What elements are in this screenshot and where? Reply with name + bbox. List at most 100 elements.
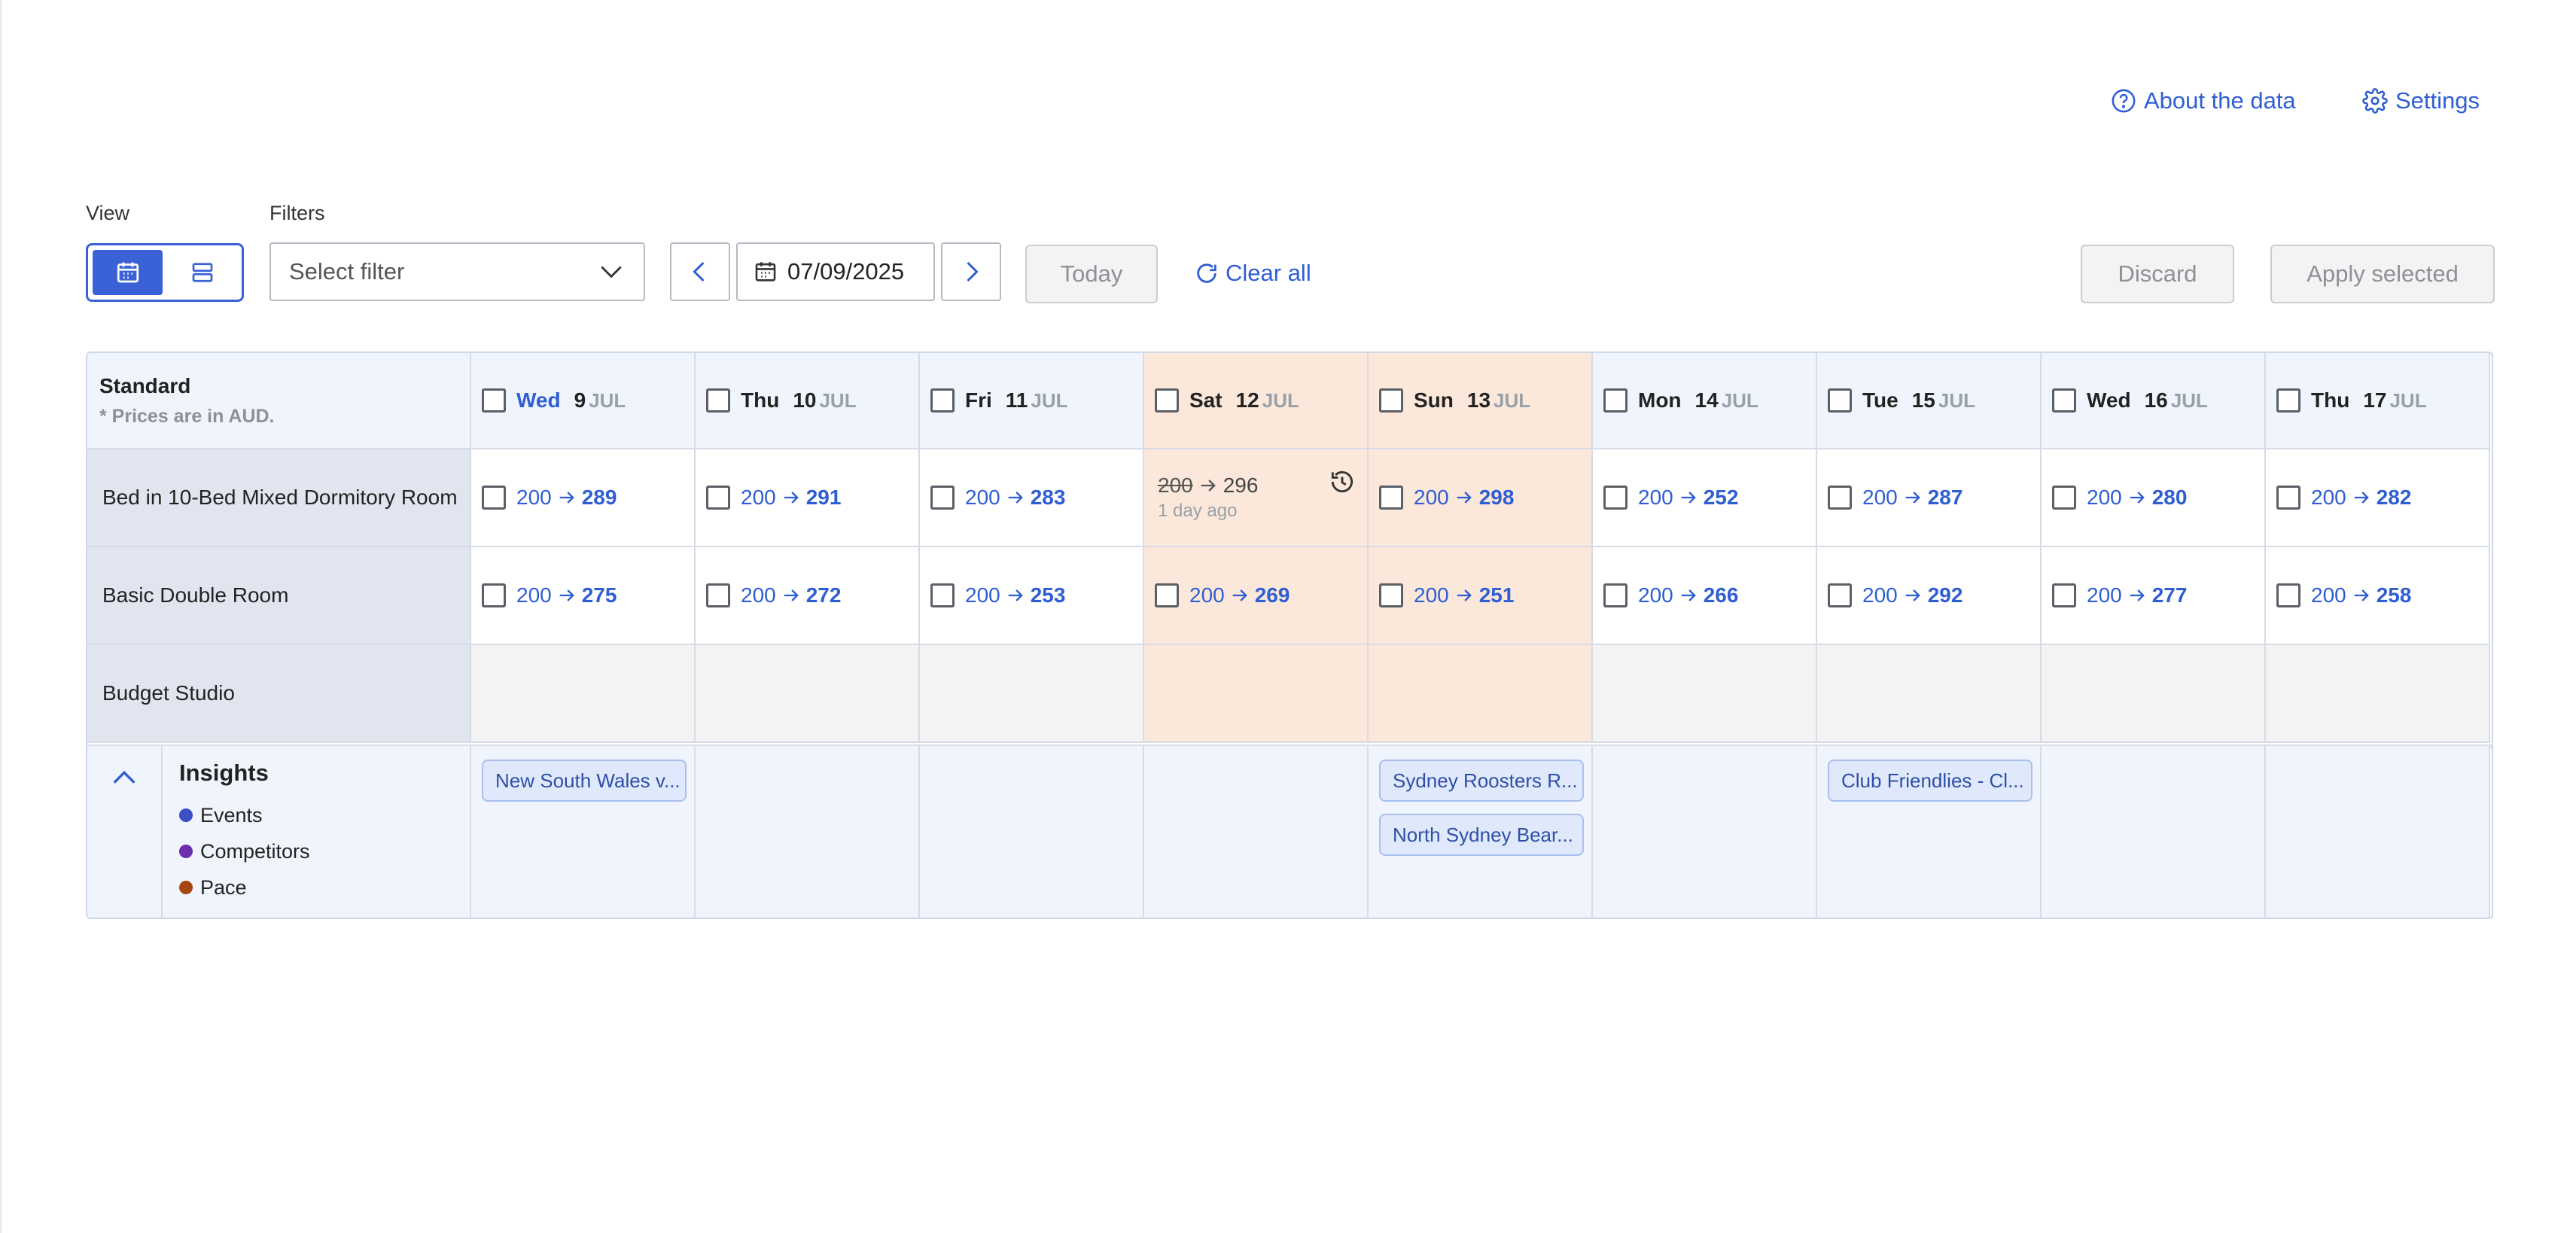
day-select-checkbox[interactable] bbox=[2276, 388, 2300, 413]
price-select-checkbox[interactable] bbox=[1828, 486, 1852, 510]
price-cell[interactable]: 200 292 bbox=[1817, 547, 2042, 645]
event-chip[interactable]: Club Friendlies - Cl... bbox=[1828, 760, 2032, 802]
new-price: 291 bbox=[805, 486, 842, 509]
list-view-button[interactable] bbox=[167, 250, 237, 295]
day-select-checkbox[interactable] bbox=[482, 388, 506, 413]
price-cell[interactable]: 200 269 bbox=[1144, 547, 1369, 645]
arrow-right-icon bbox=[1457, 589, 1472, 601]
day-select-checkbox[interactable] bbox=[1155, 388, 1179, 413]
price-cell[interactable]: 200 298 bbox=[1369, 449, 1593, 547]
price-cell[interactable]: 200 275 bbox=[471, 547, 696, 645]
room-name: Budget Studio bbox=[87, 645, 471, 743]
insights-collapse-button[interactable] bbox=[87, 746, 163, 918]
previous-date-button[interactable] bbox=[670, 242, 730, 301]
price-cell[interactable]: 200 283 bbox=[920, 449, 1144, 547]
filter-select-placeholder: Select filter bbox=[289, 258, 405, 285]
price-select-checkbox[interactable] bbox=[1603, 583, 1628, 607]
view-label: View bbox=[86, 202, 130, 224]
day-select-checkbox[interactable] bbox=[1603, 388, 1628, 413]
price-cell[interactable]: 200 296 1 day ago bbox=[1144, 449, 1369, 547]
price-select-checkbox[interactable] bbox=[706, 486, 730, 510]
day-label: Tue 15 JUL bbox=[1862, 388, 1975, 413]
price-cell[interactable]: 200 266 bbox=[1593, 547, 1817, 645]
new-price: 282 bbox=[2376, 486, 2412, 509]
price-select-checkbox[interactable] bbox=[930, 583, 955, 607]
history-icon[interactable] bbox=[1328, 467, 1357, 496]
day-header: Thu 10 JUL bbox=[696, 353, 920, 449]
price-cell[interactable]: 200 272 bbox=[696, 547, 920, 645]
next-date-button[interactable] bbox=[941, 242, 1001, 301]
event-chip[interactable]: North Sydney Bear... bbox=[1379, 814, 1584, 856]
event-chip[interactable]: New South Wales v... bbox=[482, 760, 687, 802]
day-header: Wed 9 JUL bbox=[471, 353, 696, 449]
day-name: Thu bbox=[741, 388, 780, 412]
price-select-checkbox[interactable] bbox=[482, 583, 506, 607]
price-cell[interactable]: 200 289 bbox=[471, 449, 696, 547]
day-select-checkbox[interactable] bbox=[2052, 388, 2076, 413]
insights-day-cell bbox=[2042, 746, 2266, 918]
empty-price-cell bbox=[1369, 645, 1593, 743]
arrow-right-icon bbox=[559, 492, 574, 504]
price-select-checkbox[interactable] bbox=[2276, 583, 2300, 607]
price-cell[interactable]: 200 252 bbox=[1593, 449, 1817, 547]
day-header: Sun 13 JUL bbox=[1369, 353, 1593, 449]
price-select-checkbox[interactable] bbox=[1155, 583, 1179, 607]
price-select-checkbox[interactable] bbox=[1828, 583, 1852, 607]
old-price: 200 bbox=[2311, 583, 2346, 607]
price-change: 200 252 bbox=[1638, 486, 1738, 510]
price-select-checkbox[interactable] bbox=[1379, 583, 1403, 607]
price-select-checkbox[interactable] bbox=[706, 583, 730, 607]
insights-day-cell bbox=[1593, 746, 1817, 918]
date-input[interactable]: 07/09/2025 bbox=[736, 242, 935, 301]
settings-link[interactable]: Settings bbox=[2362, 84, 2480, 117]
pricing-grid-body: Standard * Prices are in AUD. Wed 9 JUL Thu… bbox=[87, 353, 2492, 918]
day-name: Fri bbox=[965, 388, 992, 412]
new-price: 298 bbox=[1478, 486, 1515, 509]
arrow-right-icon bbox=[2130, 589, 2145, 601]
price-select-checkbox[interactable] bbox=[2052, 583, 2076, 607]
price-change: 200 298 bbox=[1414, 486, 1514, 510]
window-left-border bbox=[0, 0, 2, 1233]
price-select-checkbox[interactable] bbox=[482, 486, 506, 510]
price-cell[interactable]: 200 291 bbox=[696, 449, 920, 547]
day-number: 16 bbox=[2144, 388, 2168, 412]
day-name: Sat bbox=[1189, 388, 1223, 412]
clear-all-label: Clear all bbox=[1226, 260, 1311, 286]
price-cell[interactable]: 200 258 bbox=[2266, 547, 2490, 645]
insights-day-cell bbox=[920, 746, 1144, 918]
today-button[interactable]: Today bbox=[1025, 245, 1158, 303]
arrow-right-icon bbox=[1201, 480, 1216, 492]
discard-button[interactable]: Discard bbox=[2081, 245, 2234, 303]
price-select-checkbox[interactable] bbox=[2276, 486, 2300, 510]
old-price: 200 bbox=[516, 486, 552, 509]
about-the-data-link[interactable]: About the data bbox=[2111, 84, 2296, 117]
price-select-checkbox[interactable] bbox=[2052, 486, 2076, 510]
empty-price-cell bbox=[1144, 645, 1369, 743]
calendar-view-button[interactable] bbox=[93, 250, 163, 295]
day-select-checkbox[interactable] bbox=[930, 388, 955, 413]
price-cell[interactable]: 200 277 bbox=[2042, 547, 2266, 645]
day-select-checkbox[interactable] bbox=[1379, 388, 1403, 413]
price-select-checkbox[interactable] bbox=[1379, 486, 1403, 510]
day-select-checkbox[interactable] bbox=[1828, 388, 1852, 413]
price-cell[interactable]: 200 287 bbox=[1817, 449, 2042, 547]
price-cell[interactable]: 200 280 bbox=[2042, 449, 2266, 547]
filter-select[interactable]: Select filter bbox=[269, 242, 645, 301]
event-chip[interactable]: Sydney Roosters R... bbox=[1379, 760, 1584, 802]
day-header: Thu 17 JUL bbox=[2266, 353, 2490, 449]
price-cell[interactable]: 200 253 bbox=[920, 547, 1144, 645]
empty-price-cell bbox=[1817, 645, 2042, 743]
legend-item: Pace bbox=[179, 869, 470, 906]
price-select-checkbox[interactable] bbox=[930, 486, 955, 510]
price-select-checkbox[interactable] bbox=[1603, 486, 1628, 510]
day-select-checkbox[interactable] bbox=[706, 388, 730, 413]
legend-dot bbox=[179, 845, 193, 858]
chevron-left-icon bbox=[693, 261, 705, 282]
apply-selected-button[interactable]: Apply selected bbox=[2270, 245, 2495, 303]
day-label: Sat 12 JUL bbox=[1189, 388, 1299, 413]
old-price: 200 bbox=[965, 583, 1000, 607]
arrow-right-icon bbox=[2354, 492, 2369, 504]
price-cell[interactable]: 200 251 bbox=[1369, 547, 1593, 645]
clear-all-button[interactable]: Clear all bbox=[1194, 254, 1311, 292]
price-cell[interactable]: 200 282 bbox=[2266, 449, 2490, 547]
